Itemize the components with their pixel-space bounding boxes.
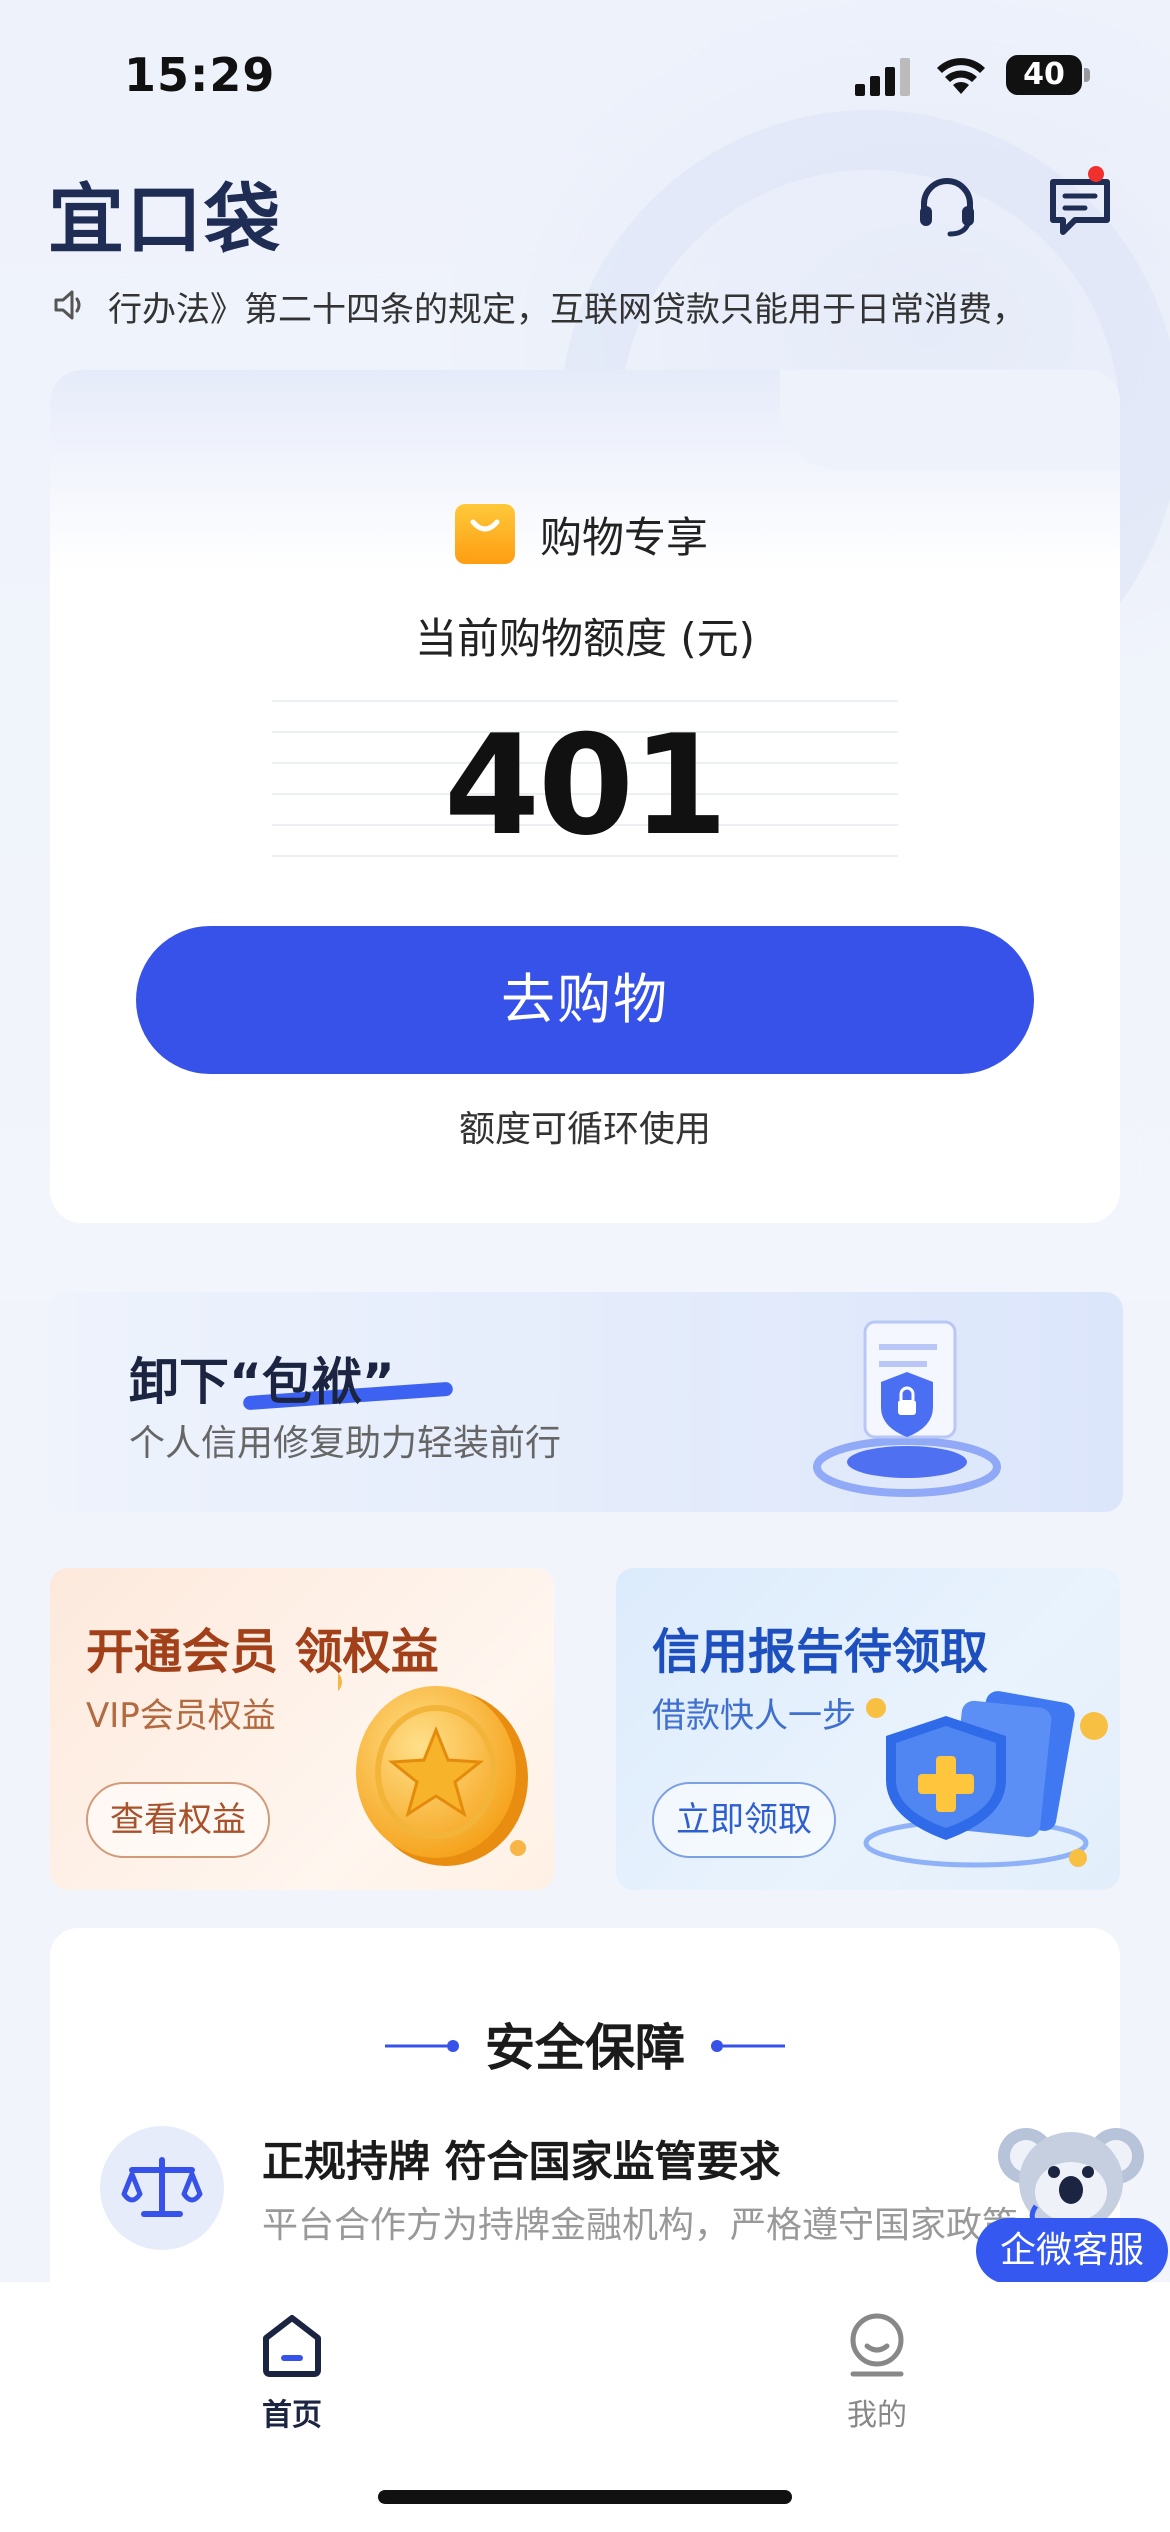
balance-scale-icon	[121, 2157, 203, 2217]
tab-home-label: 首页	[262, 2398, 322, 2433]
document-shield-icon	[813, 1320, 1001, 1497]
claim-now-button[interactable]: 立即领取	[652, 1782, 836, 1858]
status-time: 15:29	[124, 48, 276, 102]
credit-card: 购物专享 当前购物额度 (元) 401 去购物 额度可循环使用	[50, 370, 1120, 1223]
unread-badge	[1088, 166, 1104, 182]
shopping-bag-icon	[455, 504, 515, 564]
security-item-title: 正规持牌 符合国家监管要求	[262, 2137, 781, 2186]
title-decoration-right	[711, 2040, 785, 2052]
tab-mine[interactable]: 我的	[777, 2312, 977, 2434]
vip-subtitle: VIP会员权益	[86, 1696, 276, 1736]
notice-marquee[interactable]: 行办法》第二十四条的规定，互联网贷款只能用于日常消费，	[52, 280, 1122, 330]
wifi-icon	[937, 58, 985, 94]
tab-mine-label: 我的	[847, 2398, 907, 2433]
home-indicator	[378, 2490, 792, 2504]
banner-subtitle: 个人信用修复助力轻装前行	[129, 1423, 562, 1464]
vip-promo-card[interactable]: 开通会员 领权益 VIP会员权益 查看权益	[50, 1568, 554, 1890]
credit-amount: 401	[443, 705, 728, 866]
profile-icon	[850, 2313, 904, 2377]
notice-text: 行办法》第二十四条的规定，互联网贷款只能用于日常消费，	[108, 290, 1026, 330]
battery-level: 40	[1006, 55, 1082, 95]
security-item-desc: 平台合作方为持牌金融机构，严格遵守国家政策	[262, 2205, 1019, 2246]
tab-home[interactable]: 首页	[192, 2312, 392, 2434]
scale-icon-wrapper	[100, 2126, 224, 2250]
star-coin-icon	[338, 1673, 528, 1866]
view-benefits-button[interactable]: 查看权益	[86, 1782, 270, 1858]
credit-note: 额度可循环使用	[458, 1109, 711, 1150]
credit-repair-banner[interactable]: 卸下“包袱” 个人信用修复助力轻装前行	[47, 1292, 1123, 1512]
banner-title: 卸下“包袱”	[129, 1353, 395, 1411]
wechat-service-button[interactable]: 企微客服	[976, 2218, 1168, 2284]
battery-icon: 40	[1006, 55, 1090, 95]
speaker-icon	[54, 290, 81, 320]
security-section: 安全保障 正规持牌 符合国家监管要求 平台合作方为持牌金融机构，严格遵守国家政策	[50, 1928, 1120, 2288]
headset-support-icon[interactable]	[912, 170, 982, 240]
home-icon	[263, 2315, 321, 2377]
message-icon[interactable]	[1045, 170, 1115, 240]
go-shopping-button[interactable]: 去购物	[136, 926, 1034, 1074]
app-logo: 宜口袋	[48, 175, 282, 264]
credit-title: 当前购物额度 (元)	[414, 614, 756, 663]
security-title: 安全保障	[485, 2019, 685, 2077]
shield-plus-icon	[863, 1691, 1108, 1868]
credit-report-promo-card[interactable]: 信用报告待领取 借款快人一步 立即领取	[616, 1568, 1120, 1890]
report-subtitle: 借款快人一步	[652, 1696, 856, 1736]
cellular-signal-icon	[855, 58, 910, 96]
card-label: 购物专享	[540, 513, 709, 562]
